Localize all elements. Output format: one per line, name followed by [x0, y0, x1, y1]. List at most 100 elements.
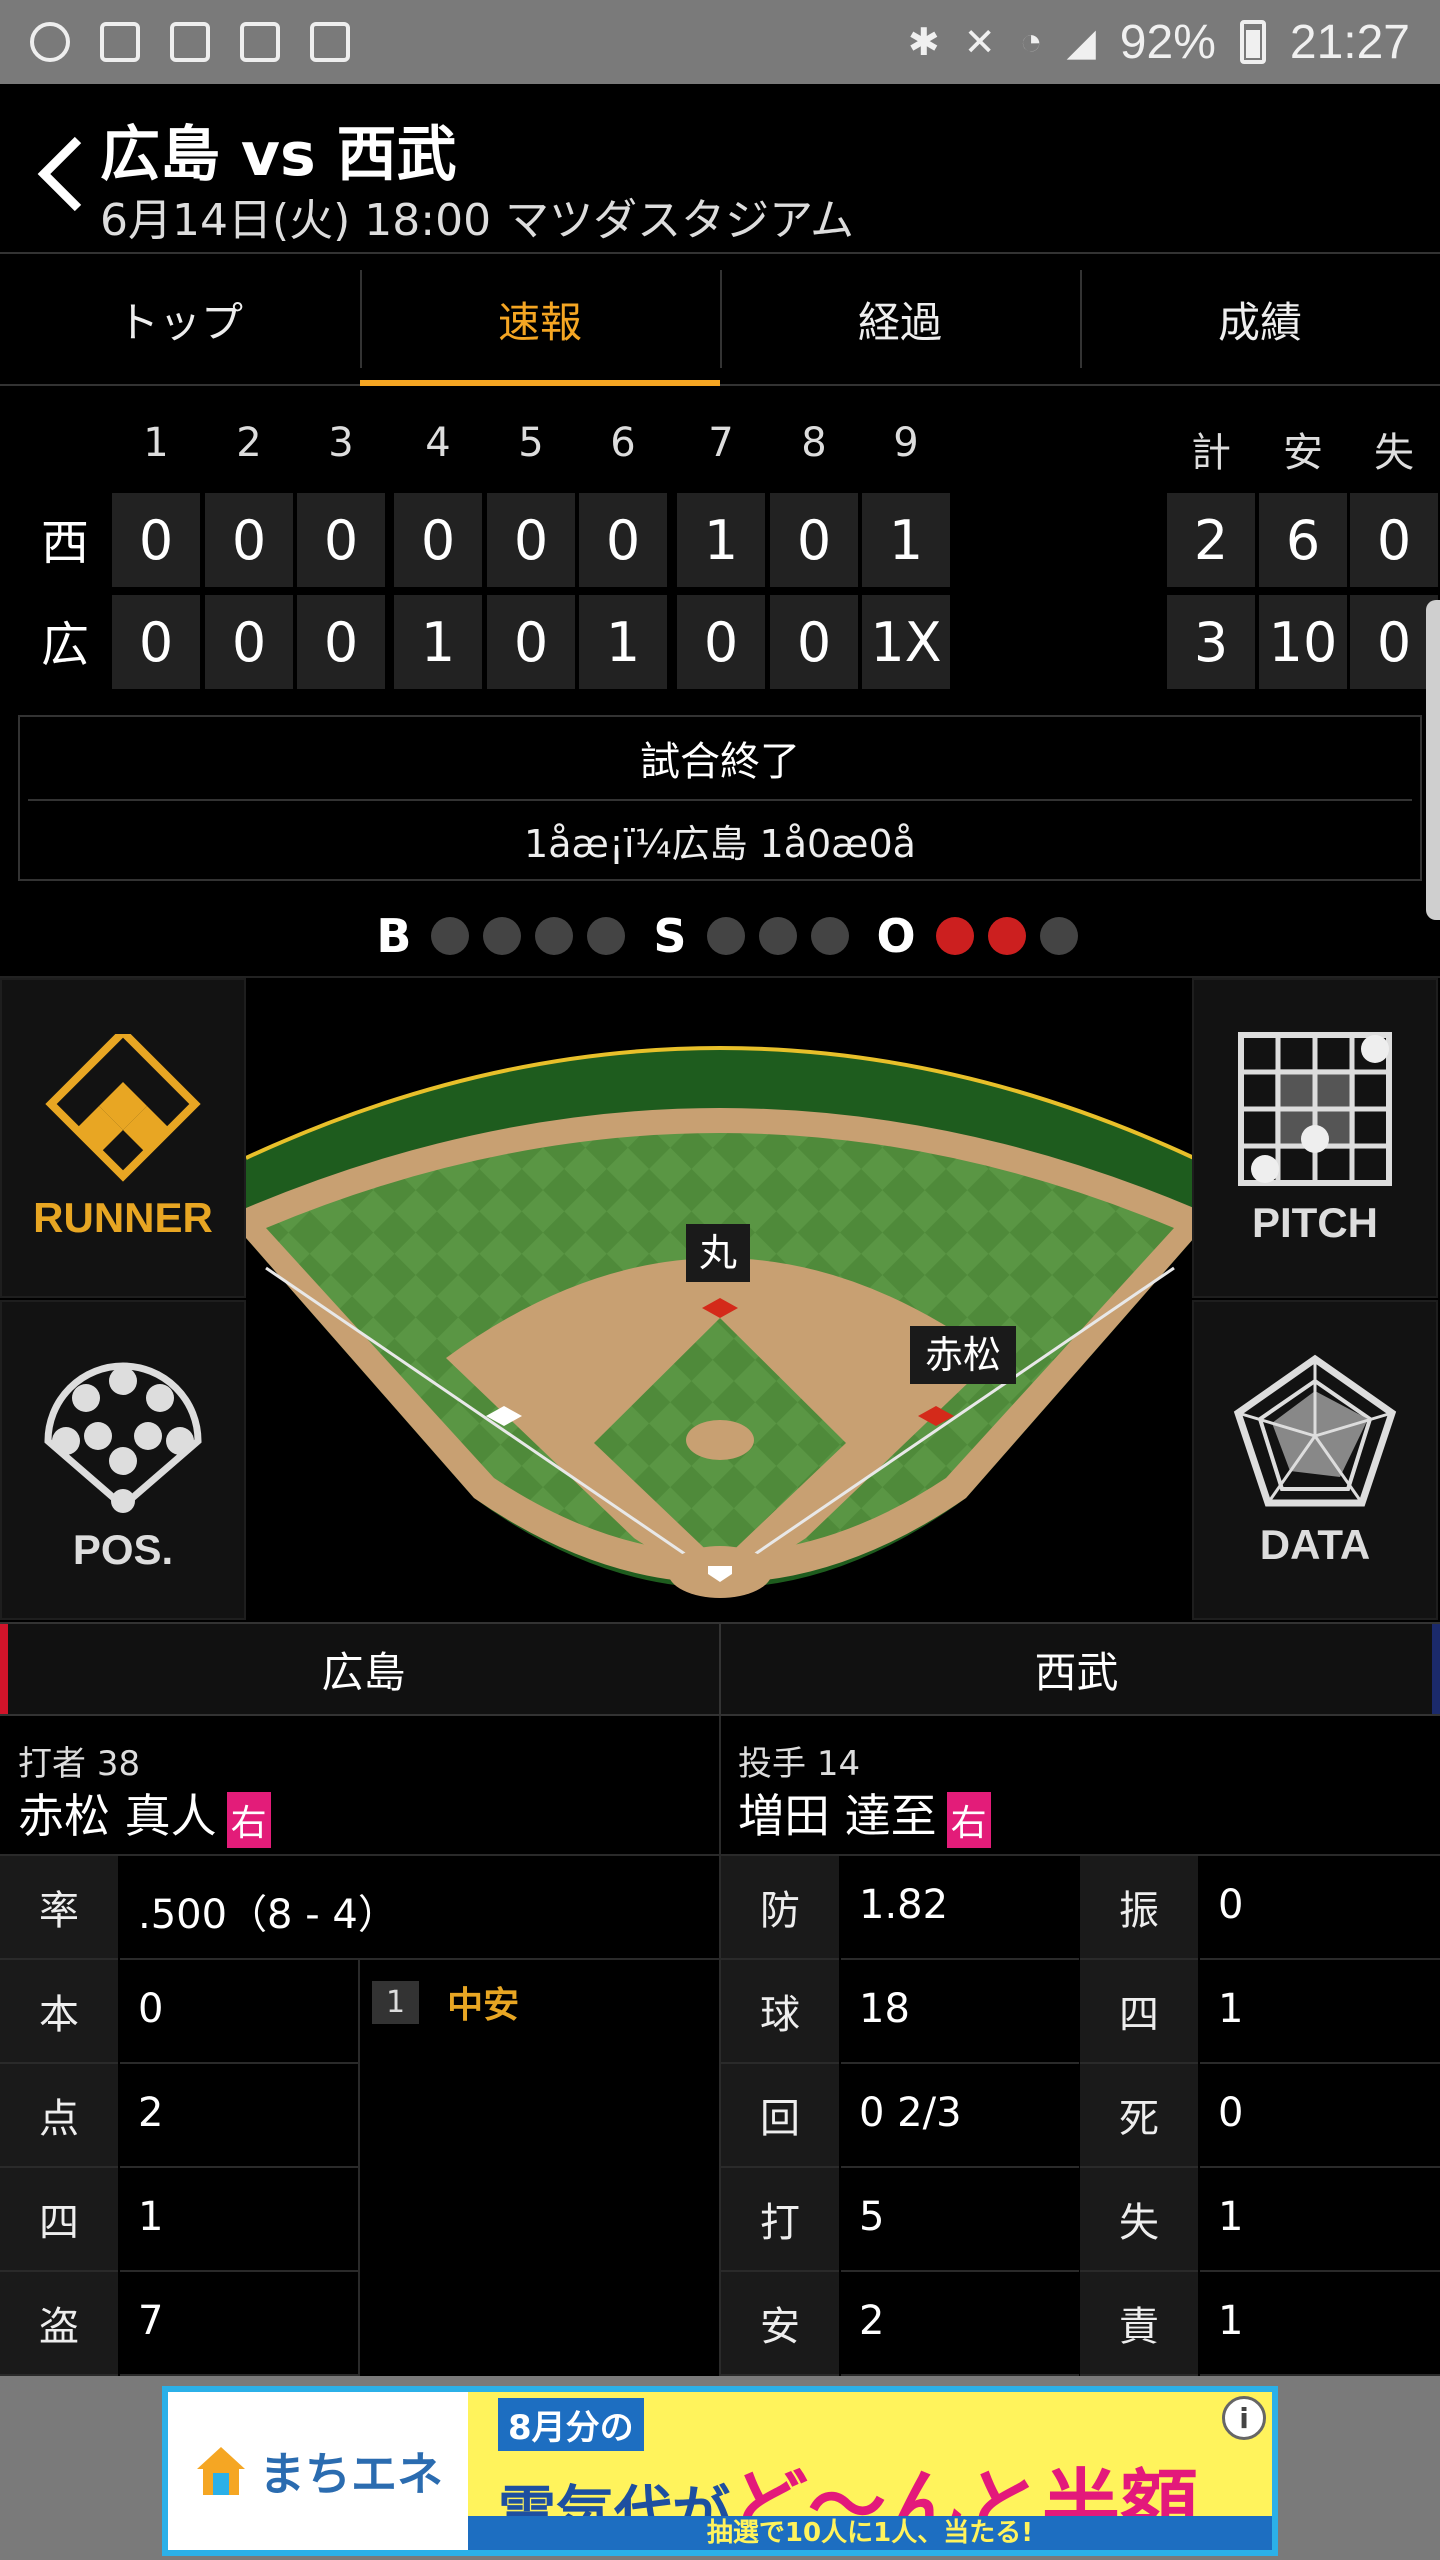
baseball-field: 丸 赤松: [246, 978, 1194, 1622]
stat-key: 振: [1080, 1856, 1198, 1960]
pos-button[interactable]: POS.: [0, 1300, 246, 1620]
inning-header: 9: [893, 420, 919, 466]
battery-icon: [1239, 20, 1266, 64]
pitcher-role: 投手 14: [738, 1744, 861, 1784]
scoreboard: 1 2 3 4 5 6 7 8 9 計 安 失 西 0 0 0 0 0 0 1 …: [0, 405, 1440, 705]
tab-stats[interactable]: 成績: [1080, 254, 1440, 384]
inning-header: 5: [518, 420, 544, 466]
batter-info[interactable]: 赤松 真人右: [18, 1780, 271, 1848]
score-cell: 0: [205, 493, 293, 587]
ball-dot: [483, 917, 522, 955]
inning-header: 8: [801, 420, 827, 466]
ad-info-icon[interactable]: i: [1222, 2396, 1266, 2440]
tab-live[interactable]: 速報: [360, 254, 720, 386]
stat-key: 盗: [0, 2272, 118, 2376]
batter-role: 打者 38: [18, 1744, 141, 1784]
away-team-tab[interactable]: 西武: [721, 1624, 1440, 1714]
score-cell: 0: [579, 493, 667, 587]
page-title: 広島 vs 西武: [100, 120, 457, 190]
stat-key: 防: [721, 1856, 839, 1960]
stat-key: 責: [1080, 2272, 1198, 2376]
ad-banner[interactable]: まちエネ 8月分の 電気代がど〜んと半額 抽選で10人に1人、当たる! i: [162, 2386, 1278, 2556]
stat-value: 1: [1200, 2272, 1440, 2376]
game-info: 6月14日(火) 18:00 マツダスタジアム: [100, 195, 855, 246]
strike-dot: [758, 917, 797, 955]
score-cell: 1: [677, 493, 765, 587]
stat-key: 回: [721, 2064, 839, 2168]
score-cell: 0: [112, 595, 200, 689]
clock: 21:27: [1289, 15, 1410, 69]
stat-key: 四: [1080, 1960, 1198, 2064]
pitch-button[interactable]: PITCH: [1192, 978, 1438, 1298]
total-cell: 6: [1259, 493, 1347, 587]
matchup-panel: 打者 38 赤松 真人右 投手 14 増田 達至右: [0, 1716, 1440, 1856]
strikes-label: S: [653, 909, 687, 963]
strike-dot: [810, 917, 849, 955]
score-cell: 0: [205, 595, 293, 689]
stat-value: .500（8 - 4）: [120, 1856, 720, 1960]
pitcher-name: 増田 達至: [738, 1789, 937, 1843]
score-cell: 0: [487, 493, 575, 587]
total-cell: 10: [1259, 595, 1347, 689]
team-abbr-away: 西: [40, 515, 89, 571]
home-team-tab[interactable]: 広島: [0, 1624, 721, 1714]
score-cell: 0: [297, 595, 385, 689]
stat-value: 5: [841, 2168, 1079, 2272]
data-button[interactable]: DATA: [1192, 1300, 1438, 1620]
stat-value: 1: [1200, 1960, 1440, 2064]
inning-header: 2: [236, 420, 262, 466]
runner-button[interactable]: RUNNER: [0, 978, 246, 1298]
mail-notification-icon: [100, 22, 140, 62]
tab-bar: トップ 速報 経過 成績: [0, 252, 1440, 386]
radar-chart-icon: [1233, 1354, 1397, 1507]
stat-value: 0 2/3: [841, 2064, 1079, 2168]
ball-strike-out-count: B S O: [0, 906, 1440, 966]
stat-key: 安: [721, 2272, 839, 2376]
stat-value: 0: [120, 1960, 358, 2064]
tab-progress[interactable]: 経過: [720, 254, 1080, 384]
pitcher-info[interactable]: 増田 達至右: [738, 1780, 991, 1848]
app-header: 広島 vs 西武 6月14日(火) 18:00 マツダスタジアム: [0, 84, 1440, 252]
game-status-box: 試合終了 1åæ¡ï¼広島 1å0æ0å: [18, 715, 1422, 881]
stat-key: 本: [0, 1960, 118, 2064]
score-cell: 0: [770, 493, 858, 587]
stat-value: 1: [120, 2168, 358, 2272]
house-logo-icon: [197, 2447, 245, 2495]
play-description: 1åæ¡ï¼広島 1å0æ0å: [524, 821, 916, 866]
batter-number: 38: [96, 1744, 141, 1784]
score-cell: 0: [770, 595, 858, 689]
tab-top[interactable]: トップ: [0, 254, 360, 384]
stat-key: 四: [0, 2168, 118, 2272]
inning-header: 6: [610, 420, 636, 466]
balls-label: B: [376, 909, 412, 963]
inning-header: 4: [425, 420, 451, 466]
total-cell: 0: [1350, 493, 1438, 587]
gallery-notification-icon: [170, 22, 210, 62]
stat-value: 1.82: [841, 1856, 1079, 1960]
inning-header: 1: [143, 420, 169, 466]
ad-line3: 抽選で10人に1人、当たる!: [468, 2516, 1272, 2550]
pos-label: POS.: [72, 1526, 174, 1573]
pitcher-hand-badge: 右: [946, 1791, 991, 1848]
stat-key: 死: [1080, 2064, 1198, 2168]
stat-key: 点: [0, 2064, 118, 2168]
runner-diamond-icon: [45, 1034, 201, 1182]
outs-indicator: [935, 917, 1078, 955]
ball-dot: [431, 917, 470, 955]
balls-indicator: [431, 917, 626, 955]
batter-name: 赤松 真人: [18, 1789, 217, 1843]
field-area: RUNNER POS. 丸 赤松 PITCH DATA: [0, 976, 1440, 1622]
battery-percent: 92%: [1119, 15, 1216, 69]
stat-value: 0: [1200, 2064, 1440, 2168]
score-cell: 0: [394, 493, 482, 587]
back-chevron-icon[interactable]: [36, 134, 86, 227]
baseball-notification-icon: [30, 22, 70, 62]
inning-header: 7: [708, 420, 734, 466]
ball-dot: [587, 917, 626, 955]
status-bar: ✱ ✕ ◔ ◢ 92% 21:27: [0, 0, 1440, 84]
positions-icon: [44, 1362, 202, 1513]
score-cell: 0: [112, 493, 200, 587]
scroll-handle[interactable]: [1426, 600, 1440, 920]
teams-bar: 広島 西武: [0, 1622, 1440, 1716]
runner-second-name: 丸: [699, 1231, 737, 1275]
